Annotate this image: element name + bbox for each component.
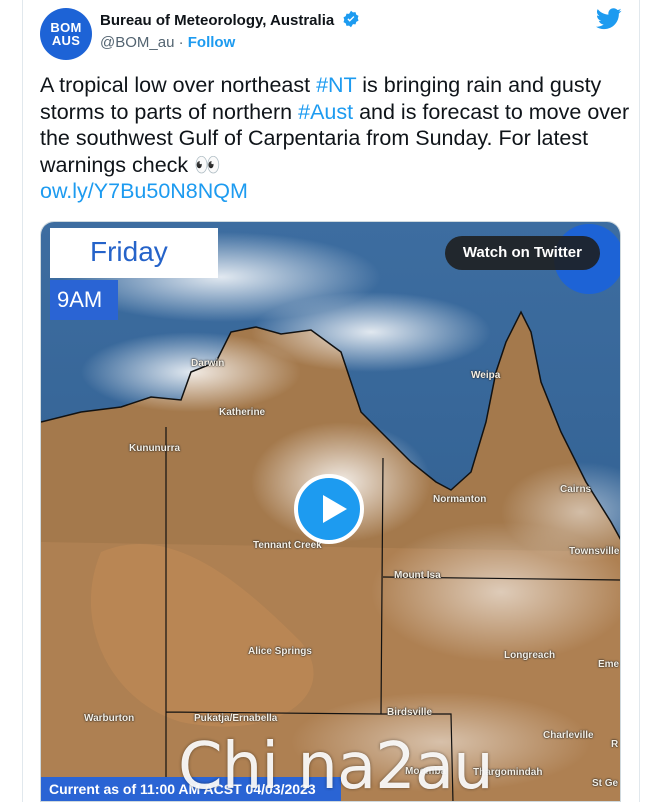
video-player[interactable]: Watch on Twitter Friday 9AM Darwin Weipa… xyxy=(40,221,621,802)
place-label: Normanton xyxy=(433,494,487,505)
hashtag-nt[interactable]: #NT xyxy=(316,73,356,97)
place-label: Kununurra xyxy=(129,443,181,454)
place-label: Longreach xyxy=(504,650,556,661)
place-label: Tennant Creek xyxy=(253,540,322,551)
tweet-link[interactable]: ow.ly/Y7Bu50N8NQM xyxy=(40,179,248,203)
author-name-row[interactable]: Bureau of Meteorology, Australia xyxy=(100,10,360,29)
play-button[interactable] xyxy=(294,474,364,544)
tweet-text: A tropical low over northeast #NT is bri… xyxy=(40,72,630,205)
separator-dot: · xyxy=(178,34,184,51)
place-label: Weipa xyxy=(471,370,501,381)
handle-line: @BOM_au · Follow xyxy=(100,34,235,51)
watch-on-twitter-button[interactable]: Watch on Twitter xyxy=(444,236,600,270)
place-label: Katherine xyxy=(219,407,266,418)
verified-badge-icon xyxy=(343,10,359,28)
place-label: Mount Isa xyxy=(394,570,441,581)
place-label: St Ge xyxy=(592,778,619,789)
twitter-logo-icon[interactable] xyxy=(596,8,622,30)
avatar-text-line2: AUS xyxy=(51,33,81,48)
time-label: 9AM xyxy=(50,280,118,320)
place-label: Townsville xyxy=(569,546,620,557)
tweet-text-part: A tropical low over northeast xyxy=(40,73,317,97)
place-label: Eme xyxy=(598,659,620,670)
place-label: Alice Springs xyxy=(248,646,312,657)
place-label: Charleville xyxy=(543,730,594,741)
day-label: Friday xyxy=(50,228,218,278)
hashtag-aust[interactable]: #Aust xyxy=(298,100,353,124)
follow-button[interactable]: Follow xyxy=(188,34,236,51)
watermark-text: Chi na2au xyxy=(178,730,494,802)
place-label: Pukatja/Ernabella xyxy=(194,713,278,724)
author-name[interactable]: Bureau of Meteorology, Australia xyxy=(100,12,334,29)
place-label: Birdsville xyxy=(387,707,433,718)
place-label: Cairns xyxy=(560,484,592,495)
author-handle[interactable]: @BOM_au xyxy=(100,34,174,51)
avatar[interactable]: BOM AUS xyxy=(40,8,92,60)
place-label: R xyxy=(611,739,619,750)
place-label: Darwin xyxy=(191,358,225,369)
place-label: Warburton xyxy=(84,713,135,724)
